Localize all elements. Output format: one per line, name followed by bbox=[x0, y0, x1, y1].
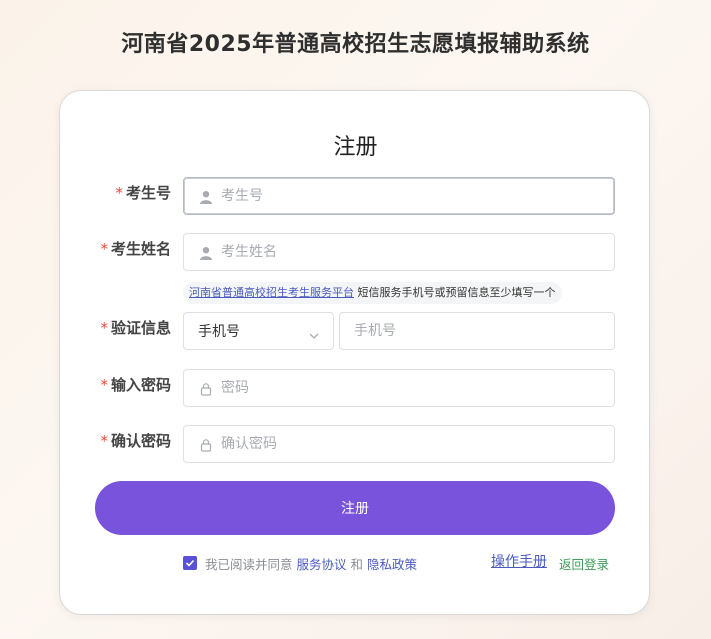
required-mark: * bbox=[115, 184, 123, 202]
register-card: 注册 *考生号 *考生姓名 河南省普通高校招生考生服务平台 短信服务手机号或预留… bbox=[59, 90, 650, 615]
manual-link[interactable]: 操作手册 bbox=[491, 551, 547, 571]
verify-type-select[interactable]: 手机号 bbox=[183, 312, 334, 350]
exam-id-field[interactable] bbox=[183, 177, 615, 215]
back-to-login-link[interactable]: 返回登录 bbox=[559, 554, 609, 573]
privacy-policy-link[interactable]: 隐私政策 bbox=[367, 554, 417, 573]
confirm-field[interactable] bbox=[183, 425, 615, 463]
user-icon bbox=[199, 189, 213, 204]
name-field[interactable] bbox=[183, 233, 615, 271]
hint-text: 短信服务手机号或预留信息至少填写一个 bbox=[357, 286, 556, 299]
system-title: 河南省2025年普通高校招生志愿填报辅助系统 bbox=[121, 32, 590, 57]
name-row: * 考生姓名 bbox=[60, 233, 651, 271]
name-input[interactable] bbox=[221, 244, 614, 260]
confirm-row: * 确认密码 bbox=[60, 425, 651, 463]
confirm-label: * 确认密码 bbox=[100, 432, 171, 450]
service-platform-link[interactable]: 河南省普通高校招生考生服务平台 bbox=[189, 286, 354, 299]
check-icon bbox=[185, 559, 195, 567]
agreement: 我已阅读并同意 服务协议 和 隐私政策 bbox=[183, 553, 421, 573]
lock-icon bbox=[199, 437, 213, 452]
exam-id-row: * 考生号 bbox=[60, 177, 651, 215]
exam-id-label: * 考生号 bbox=[115, 184, 171, 202]
required-mark: * bbox=[100, 240, 108, 258]
service-agreement-link[interactable]: 服务协议 bbox=[297, 554, 347, 573]
verify-label: * 验证信息 bbox=[100, 319, 171, 337]
user-icon bbox=[199, 245, 213, 260]
phone-field[interactable] bbox=[339, 312, 615, 350]
register-button[interactable]: 注册 bbox=[95, 481, 615, 535]
confirm-input[interactable] bbox=[221, 436, 614, 452]
required-mark: * bbox=[100, 376, 108, 394]
name-label: * 考生姓名 bbox=[100, 240, 171, 258]
exam-id-input[interactable] bbox=[221, 188, 614, 204]
verify-row: * 验证信息 手机号 bbox=[60, 312, 651, 350]
password-label: * 输入密码 bbox=[100, 376, 171, 394]
agreement-prefix: 我已阅读并同意 bbox=[205, 556, 293, 572]
agree-checkbox[interactable] bbox=[183, 556, 197, 570]
password-field[interactable] bbox=[183, 369, 615, 407]
phone-input[interactable] bbox=[354, 323, 614, 339]
required-mark: * bbox=[100, 432, 108, 450]
chevron-down-icon bbox=[309, 326, 319, 339]
form-title: 注册 bbox=[333, 135, 378, 160]
password-row: * 输入密码 bbox=[60, 369, 651, 407]
required-mark: * bbox=[100, 319, 108, 337]
contact-hint: 河南省普通高校招生考生服务平台 短信服务手机号或预留信息至少填写一个 bbox=[183, 282, 562, 304]
verify-type-value: 手机号 bbox=[198, 324, 240, 340]
lock-icon bbox=[199, 381, 213, 396]
agreement-and: 和 bbox=[350, 556, 364, 572]
password-input[interactable] bbox=[221, 380, 614, 396]
